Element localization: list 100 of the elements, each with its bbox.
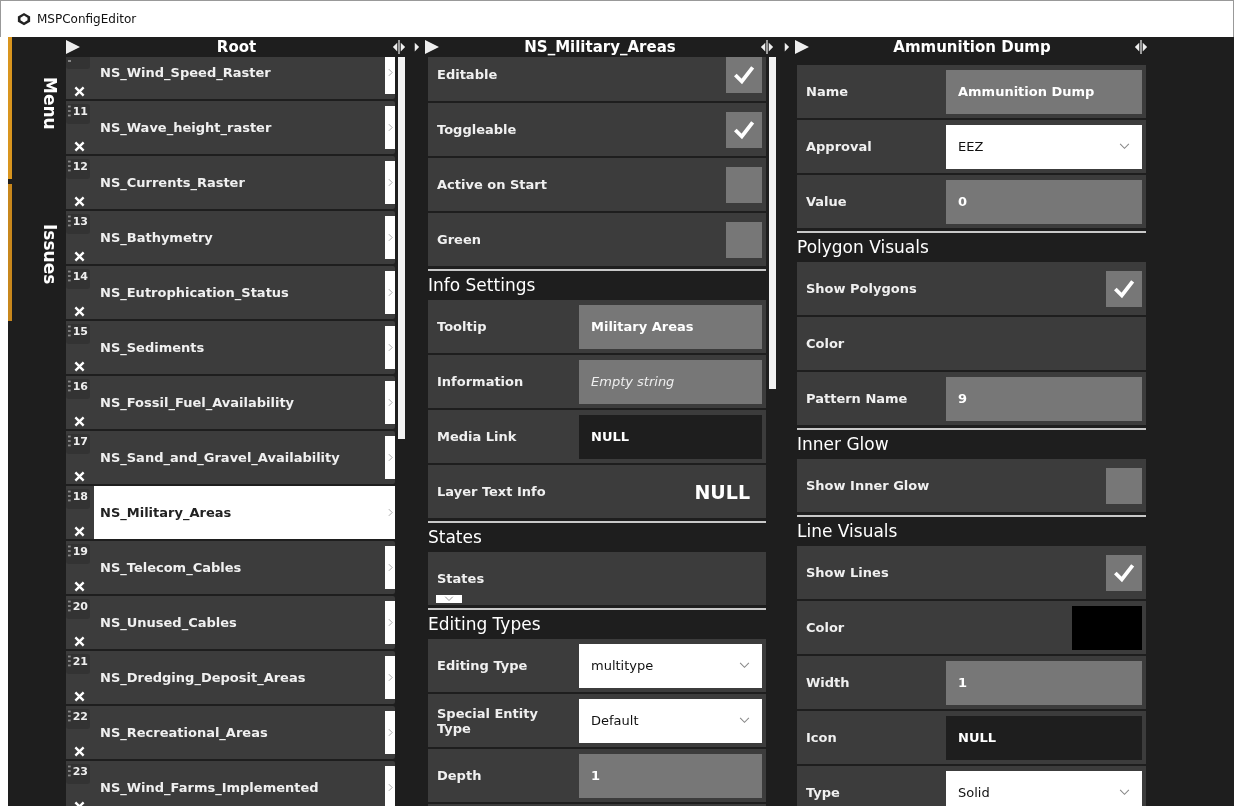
- drag-handle-icon[interactable]: [68, 710, 71, 722]
- object-field[interactable]: NULL: [579, 414, 762, 459]
- close-icon[interactable]: [74, 746, 85, 757]
- layer-name: NS_Recreational_Areas: [99, 724, 269, 743]
- close-icon[interactable]: [74, 306, 85, 317]
- play-icon[interactable]: [424, 39, 440, 55]
- layer-list-item[interactable]: 23 NS_Wind_Farms_Implemented: [66, 761, 395, 806]
- color-swatch[interactable]: [1072, 605, 1142, 650]
- column-title: Ammunition Dump: [892, 38, 1052, 56]
- layer-list-item[interactable]: 12 NS_Currents_Raster: [66, 156, 395, 209]
- checkbox[interactable]: [1106, 270, 1142, 307]
- checkbox[interactable]: [726, 57, 762, 93]
- drag-handle-icon[interactable]: [68, 655, 71, 667]
- layer-list-item[interactable]: 13 NS_Bathymetry: [66, 211, 395, 264]
- input-field[interactable]: Military Areas: [579, 304, 762, 349]
- resize-handle-icon[interactable]: [760, 40, 774, 54]
- drag-handle-icon[interactable]: [68, 545, 71, 557]
- field-label: Value: [806, 194, 848, 209]
- drag-handle-icon[interactable]: [68, 160, 71, 172]
- layer-name: NS_Wind_Speed_Raster: [99, 64, 272, 83]
- drag-handle-icon[interactable]: [68, 380, 71, 392]
- item-number: 18: [72, 490, 88, 503]
- item-number: 20: [72, 600, 88, 613]
- drag-handle-icon[interactable]: [68, 270, 71, 282]
- dropdown[interactable]: EEZ: [946, 124, 1142, 169]
- layer-list-item[interactable]: 20 NS_Unused_Cables: [66, 596, 395, 649]
- layer-list-item[interactable]: 11 NS_Wave_height_raster: [66, 101, 395, 154]
- input-field[interactable]: 1: [579, 753, 762, 798]
- layer-name: NS_Currents_Raster: [99, 174, 246, 193]
- field-label: Pattern Name: [806, 391, 909, 406]
- drag-handle-icon[interactable]: [68, 435, 71, 447]
- close-icon[interactable]: [74, 526, 85, 537]
- field-label: States: [437, 571, 486, 586]
- layer-list-item[interactable]: NS_Wind_Speed_Raster: [66, 57, 395, 99]
- layer-list-item[interactable]: 17 NS_Sand_and_Gravel_Availability: [66, 431, 395, 484]
- section-heading: Line Visuals: [797, 515, 1146, 544]
- layer-list-item[interactable]: 15 NS_Sediments: [66, 321, 395, 374]
- side-tab[interactable]: Issues: [8, 184, 60, 321]
- object-field[interactable]: NULL: [946, 715, 1142, 760]
- dropdown[interactable]: Default: [579, 698, 762, 743]
- input-field[interactable]: 1: [946, 660, 1142, 705]
- field-label: Color: [806, 620, 846, 635]
- checkbox[interactable]: [1106, 467, 1142, 504]
- checkbox[interactable]: [1106, 554, 1142, 591]
- close-icon[interactable]: [74, 416, 85, 427]
- close-icon[interactable]: [74, 86, 85, 97]
- input-field[interactable]: 9: [946, 376, 1142, 421]
- input-field[interactable]: 0: [946, 179, 1142, 224]
- field-label: Show Lines: [806, 565, 890, 580]
- item-number: 21: [72, 655, 88, 668]
- close-icon[interactable]: [74, 471, 85, 482]
- input-field[interactable]: Empty string: [579, 359, 762, 404]
- resize-handle-icon[interactable]: [413, 40, 420, 54]
- close-icon[interactable]: [74, 141, 85, 152]
- item-number: 12: [72, 160, 88, 173]
- field-label: Type: [806, 785, 841, 800]
- drag-handle-icon[interactable]: [68, 325, 71, 337]
- resize-handle-icon[interactable]: [1134, 40, 1148, 54]
- field-label: Color: [806, 336, 846, 351]
- dropdown[interactable]: multitype: [579, 643, 762, 688]
- drag-handle-icon[interactable]: [68, 215, 71, 227]
- close-icon[interactable]: [74, 251, 85, 262]
- layer-name: NS_Bathymetry: [99, 229, 214, 248]
- close-icon[interactable]: [74, 581, 85, 592]
- drag-handle-icon[interactable]: [68, 600, 71, 612]
- layer-list-item[interactable]: 22 NS_Recreational_Areas: [66, 706, 395, 759]
- drag-handle-icon[interactable]: [68, 105, 71, 117]
- checkbox[interactable]: [726, 111, 762, 148]
- close-icon[interactable]: [74, 691, 85, 702]
- close-icon[interactable]: [74, 361, 85, 372]
- input-field[interactable]: Ammunition Dump: [946, 69, 1142, 114]
- layer-name: NS_Fossil_Fuel_Availability: [99, 394, 296, 413]
- close-icon[interactable]: [74, 196, 85, 207]
- checkbox[interactable]: [726, 221, 762, 258]
- field-label: Information: [437, 374, 525, 389]
- side-tab[interactable]: Menu: [8, 37, 60, 179]
- field-label: Green: [437, 232, 482, 247]
- item-number: 19: [72, 545, 88, 558]
- checkbox[interactable]: [726, 166, 762, 203]
- column-title: Root: [215, 38, 258, 56]
- field-label: Special Entity Type: [437, 705, 539, 736]
- layer-list-item[interactable]: 21 NS_Dredging_Deposit_Areas: [66, 651, 395, 704]
- dropdown[interactable]: Solid: [946, 770, 1142, 806]
- layer-name: NS_Unused_Cables: [99, 614, 238, 633]
- drag-handle-icon[interactable]: [68, 490, 71, 502]
- layer-list-item[interactable]: 19 NS_Telecom_Cables: [66, 541, 395, 594]
- layer-list-item[interactable]: 16 NS_Fossil_Fuel_Availability: [66, 376, 395, 429]
- resize-handle-icon[interactable]: [392, 40, 406, 54]
- layer-list-item[interactable]: 14 NS_Eutrophication_Status: [66, 266, 395, 319]
- play-icon[interactable]: [794, 39, 810, 55]
- item-number: 17: [72, 435, 88, 448]
- drag-handle-icon[interactable]: [68, 765, 71, 777]
- close-icon[interactable]: [74, 636, 85, 647]
- layer-list-item[interactable]: 18 NS_Military_Areas: [66, 486, 395, 539]
- layer-name: NS_Telecom_Cables: [99, 559, 243, 578]
- field-label: Width: [806, 675, 851, 690]
- play-icon[interactable]: [65, 39, 81, 55]
- item-number: 13: [72, 215, 88, 228]
- resize-handle-icon[interactable]: [783, 40, 790, 54]
- chevron-down-icon: [1119, 789, 1130, 796]
